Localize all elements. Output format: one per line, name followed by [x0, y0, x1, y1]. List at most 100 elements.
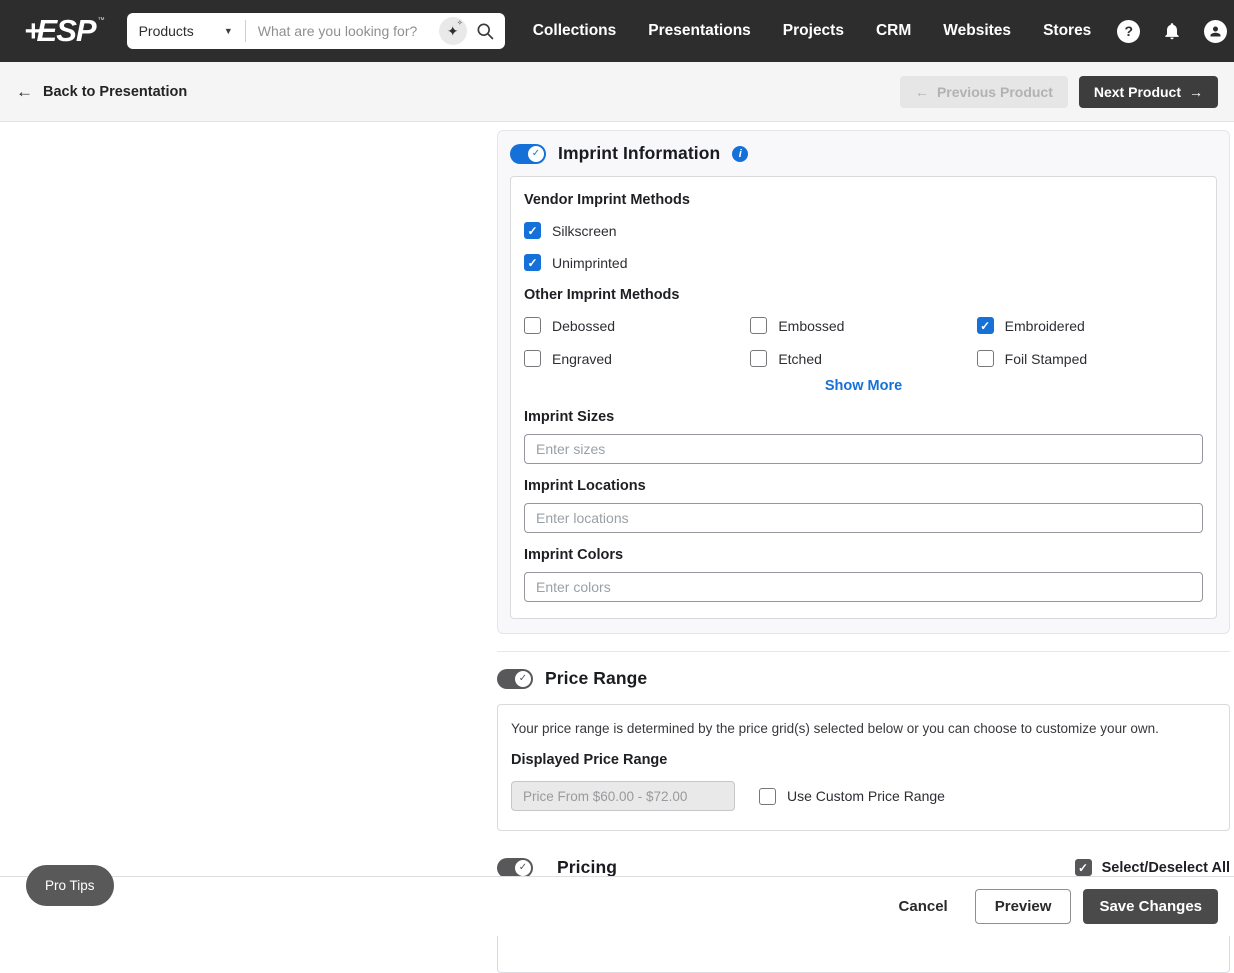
- section-divider: [497, 651, 1230, 652]
- back-label: Back to Presentation: [43, 84, 187, 100]
- checkbox-label: Engraved: [552, 351, 612, 367]
- checkbox-box: ✓: [750, 317, 767, 334]
- displayed-price-range-row: ✓ Use Custom Price Range: [511, 781, 1216, 811]
- imprint-colors-group: Imprint Colors: [524, 547, 1203, 602]
- edit-product-form: ✓ Imprint Information i Vendor Imprint M…: [497, 122, 1230, 973]
- back-to-presentation-link[interactable]: ← Back to Presentation: [16, 82, 187, 102]
- search-input[interactable]: [258, 23, 439, 39]
- next-product-button[interactable]: Next Product →: [1079, 76, 1218, 108]
- help-icon[interactable]: ?: [1117, 20, 1140, 43]
- show-more-link[interactable]: Show More: [825, 378, 902, 394]
- nav-link-crm[interactable]: CRM: [876, 22, 911, 40]
- search-icon: [475, 21, 495, 41]
- cancel-button[interactable]: Cancel: [899, 898, 948, 915]
- previous-product-button[interactable]: ← Previous Product: [900, 76, 1068, 108]
- price-range-card: Your price range is determined by the pr…: [497, 704, 1230, 831]
- imprint-card: Vendor Imprint Methods ✓ Silkscreen ✓ Un…: [510, 176, 1217, 619]
- checkbox-etched[interactable]: ✓ Etched: [750, 350, 976, 367]
- save-changes-button[interactable]: Save Changes: [1083, 889, 1218, 924]
- checkbox-silkscreen[interactable]: ✓ Silkscreen: [524, 222, 1203, 239]
- checkbox-debossed[interactable]: ✓ Debossed: [524, 317, 750, 334]
- imprint-locations-input[interactable]: [524, 503, 1203, 533]
- navbar-icon-cluster: ?: [1117, 20, 1227, 43]
- search-divider: [245, 20, 246, 42]
- next-product-label: Next Product: [1094, 84, 1181, 100]
- checkbox-foil-stamped[interactable]: ✓ Foil Stamped: [977, 350, 1203, 367]
- checkbox-label: Etched: [778, 351, 822, 367]
- checkbox-label: Unimprinted: [552, 255, 627, 271]
- checkbox-engraved[interactable]: ✓ Engraved: [524, 350, 750, 367]
- sparkle-mini-glyph: ✧: [457, 19, 463, 27]
- bell-icon: [1162, 21, 1182, 41]
- imprint-information-section: ✓ Imprint Information i Vendor Imprint M…: [497, 130, 1230, 634]
- previous-product-label: Previous Product: [937, 84, 1053, 100]
- pricing-header: ✓ Pricing ✓ Select/Deselect All: [497, 857, 1230, 878]
- toggle-knob-check-icon: ✓: [528, 146, 544, 162]
- price-range-header: ✓ Price Range: [497, 668, 1230, 689]
- checkbox-label: Embossed: [778, 318, 844, 334]
- displayed-price-range-group: Displayed Price Range ✓ Use Custom Price…: [511, 751, 1216, 811]
- search-category-dropdown[interactable]: Products ▼: [139, 23, 233, 39]
- checkbox-embroidered[interactable]: ✓ Embroidered: [977, 317, 1203, 334]
- imprint-sizes-input[interactable]: [524, 434, 1203, 464]
- price-range-section: ✓ Price Range Your price range is determ…: [497, 668, 1230, 831]
- help-glyph: ?: [1125, 23, 1134, 39]
- nav-link-projects[interactable]: Projects: [783, 22, 844, 40]
- checkbox-box: ✓: [750, 350, 767, 367]
- imprint-locations-group: Imprint Locations: [524, 478, 1203, 533]
- displayed-price-range-label: Displayed Price Range: [511, 752, 667, 768]
- ai-sparkle-icon[interactable]: ✦ ✧: [439, 17, 467, 45]
- checkbox-label: Foil Stamped: [1005, 351, 1087, 367]
- pricing-toggle[interactable]: ✓: [497, 858, 533, 878]
- info-icon[interactable]: i: [732, 146, 748, 162]
- show-more-wrap: Show More: [524, 377, 1203, 395]
- logo-trademark: ™: [98, 17, 105, 24]
- nav-link-stores[interactable]: Stores: [1043, 22, 1091, 40]
- checkbox-label: Debossed: [552, 318, 615, 334]
- checkbox-box: ✓: [524, 317, 541, 334]
- imprint-colors-input[interactable]: [524, 572, 1203, 602]
- arrow-right-icon: →: [1189, 84, 1203, 100]
- select-deselect-all[interactable]: ✓ Select/Deselect All: [1075, 859, 1230, 876]
- checkbox-box: ✓: [759, 788, 776, 805]
- person-icon: [1208, 24, 1223, 39]
- imprint-toggle[interactable]: ✓: [510, 144, 546, 164]
- checkbox-box: ✓: [524, 350, 541, 367]
- profile-icon[interactable]: [1204, 20, 1227, 43]
- esp-logo[interactable]: + ESP ™: [24, 13, 105, 49]
- top-navbar: + ESP ™ Products ▼ ✦ ✧ Collections Prese…: [0, 0, 1234, 62]
- price-range-title: Price Range: [545, 668, 647, 689]
- product-toolbar: ← Back to Presentation ← Previous Produc…: [0, 62, 1234, 122]
- arrow-left-icon: ←: [16, 82, 33, 102]
- nav-link-presentations[interactable]: Presentations: [648, 22, 751, 40]
- nav-link-collections[interactable]: Collections: [533, 22, 617, 40]
- price-range-description: Your price range is determined by the pr…: [511, 721, 1216, 736]
- arrow-left-icon: ←: [915, 84, 929, 100]
- other-imprint-methods-label: Other Imprint Methods: [524, 287, 679, 303]
- checkbox-embossed[interactable]: ✓ Embossed: [750, 317, 976, 334]
- checkbox-unimprinted[interactable]: ✓ Unimprinted: [524, 254, 1203, 271]
- other-imprint-methods-grid: ✓ Debossed ✓ Embossed ✓ Embroidered ✓ En…: [524, 317, 1203, 367]
- checkbox-box: ✓: [977, 350, 994, 367]
- checkbox-box: ✓: [1075, 859, 1092, 876]
- imprint-locations-label: Imprint Locations: [524, 478, 1203, 494]
- search-submit-button[interactable]: [475, 21, 495, 41]
- notifications-bell-icon[interactable]: [1162, 21, 1182, 41]
- checkbox-label: Use Custom Price Range: [787, 788, 945, 804]
- nav-link-websites[interactable]: Websites: [943, 22, 1011, 40]
- imprint-section-title: Imprint Information: [558, 143, 720, 164]
- preview-button[interactable]: Preview: [975, 889, 1072, 924]
- imprint-sizes-label: Imprint Sizes: [524, 409, 1203, 425]
- imprint-colors-label: Imprint Colors: [524, 547, 1203, 563]
- pro-tips-button[interactable]: Pro Tips: [26, 865, 114, 906]
- checkbox-use-custom-price-range[interactable]: ✓ Use Custom Price Range: [759, 788, 945, 805]
- logo-text: ESP: [37, 13, 96, 49]
- search-category-value: Products: [139, 23, 194, 39]
- vendor-imprint-methods-label: Vendor Imprint Methods: [524, 192, 690, 208]
- displayed-price-range-input: [511, 781, 735, 811]
- checkbox-box: ✓: [977, 317, 994, 334]
- imprint-sizes-group: Imprint Sizes: [524, 409, 1203, 464]
- checkbox-label: Silkscreen: [552, 223, 617, 239]
- price-range-toggle[interactable]: ✓: [497, 669, 533, 689]
- primary-nav: Collections Presentations Projects CRM W…: [533, 22, 1092, 40]
